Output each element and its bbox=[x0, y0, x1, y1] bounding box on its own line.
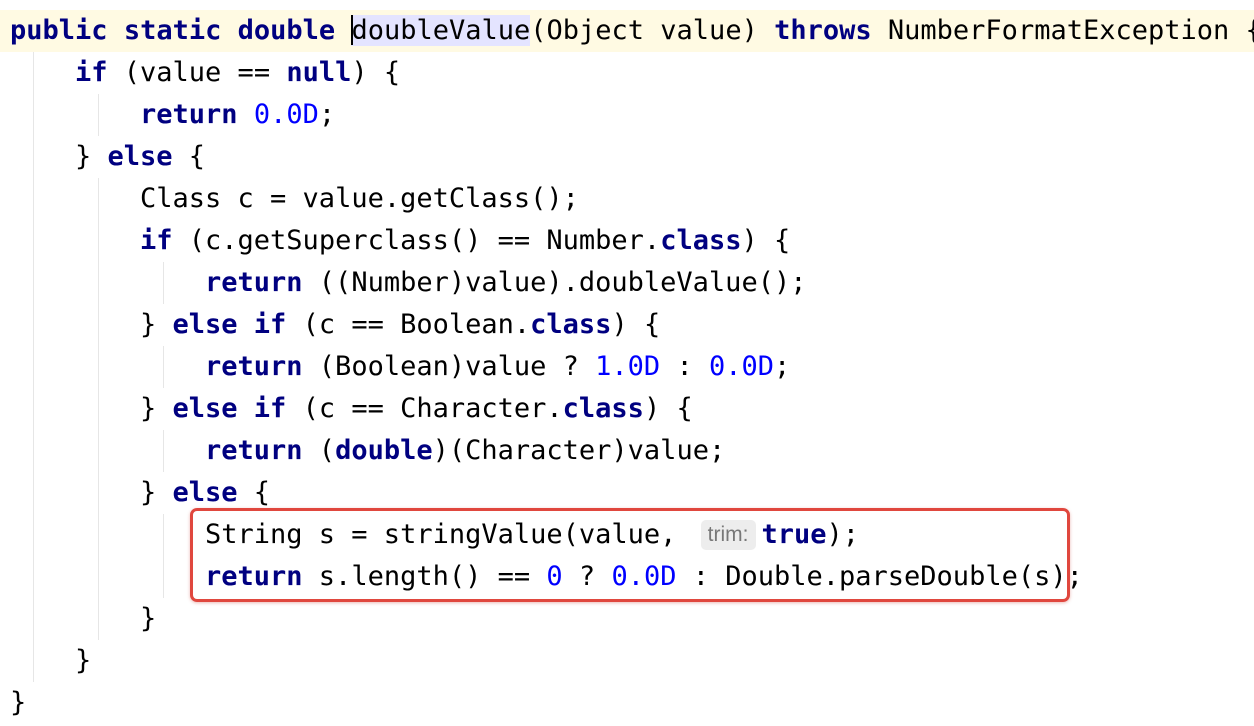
code-token: )(Character)value; bbox=[432, 435, 726, 466]
indent-guide bbox=[33, 52, 34, 682]
code-line[interactable]: public static double doubleValue(Object … bbox=[0, 10, 1254, 52]
highlight-annotation-box bbox=[190, 508, 1070, 602]
code-keyword: if bbox=[140, 225, 173, 256]
code-token: (c == Character. bbox=[286, 393, 563, 424]
code-token: ( bbox=[302, 435, 336, 466]
code-token: { bbox=[237, 477, 271, 508]
code-token: ((Number)value).doubleValue(); bbox=[302, 267, 807, 298]
code-keyword: static bbox=[123, 15, 222, 46]
code-keyword: public bbox=[10, 15, 108, 46]
code-keyword: return bbox=[140, 99, 238, 130]
code-number: 0.0D bbox=[708, 351, 774, 382]
code-token: : bbox=[660, 351, 709, 382]
code-keyword: return bbox=[205, 267, 303, 298]
code-keyword: if bbox=[75, 57, 108, 88]
code-token: } bbox=[10, 687, 27, 718]
code-line[interactable]: } else if (c == Boolean.class) { bbox=[0, 304, 1254, 346]
code-token: } bbox=[140, 393, 173, 424]
indent-guide bbox=[163, 262, 164, 304]
code-token: } bbox=[140, 477, 173, 508]
code-line[interactable]: } bbox=[0, 640, 1254, 682]
code-keyword: class bbox=[530, 309, 612, 340]
text-caret bbox=[351, 14, 354, 45]
code-line[interactable]: } bbox=[0, 682, 1254, 724]
code-line[interactable]: return ((Number)value).doubleValue(); bbox=[0, 262, 1254, 304]
indent-guide bbox=[163, 346, 164, 388]
code-token: ) { bbox=[741, 225, 791, 256]
code-token: (c == Boolean. bbox=[286, 309, 531, 340]
code-token: (value == bbox=[107, 57, 287, 88]
code-token: } bbox=[75, 645, 92, 676]
code-line[interactable]: } else { bbox=[0, 136, 1254, 178]
indent-guide bbox=[98, 178, 99, 640]
code-keyword: throws bbox=[774, 15, 872, 46]
code-token: ) { bbox=[611, 309, 661, 340]
code-keyword: else bbox=[107, 141, 173, 172]
code-keyword: class bbox=[660, 225, 742, 256]
code-token: ) { bbox=[351, 57, 401, 88]
code-keyword: double bbox=[237, 15, 336, 46]
indent-guide bbox=[163, 430, 164, 472]
code-token: } bbox=[140, 603, 157, 634]
code-keyword: null bbox=[286, 57, 352, 88]
code-line[interactable]: if (value == null) { bbox=[0, 52, 1254, 94]
code-editor[interactable]: public static double doubleValue(Object … bbox=[0, 0, 1254, 726]
code-keyword: return bbox=[205, 351, 303, 382]
code-keyword: else bbox=[172, 477, 238, 508]
code-token: } bbox=[75, 141, 108, 172]
code-keyword: class bbox=[562, 393, 644, 424]
code-token: } bbox=[140, 309, 173, 340]
code-line[interactable]: if (c.getSuperclass() == Number.class) { bbox=[0, 220, 1254, 262]
code-token: (Boolean)value ? bbox=[302, 351, 596, 382]
code-keyword: double bbox=[335, 435, 433, 466]
code-keyword: else if bbox=[172, 393, 287, 424]
code-line[interactable]: return (double)(Character)value; bbox=[0, 430, 1254, 472]
code-keyword: return bbox=[205, 435, 303, 466]
code-token: doubleValue bbox=[351, 15, 531, 46]
code-token: ; bbox=[318, 99, 336, 130]
code-line[interactable]: Class c = value.getClass(); bbox=[0, 178, 1254, 220]
code-token: (Object value) bbox=[530, 15, 775, 46]
code-token: ) { bbox=[643, 393, 693, 424]
code-token: NumberFormatException { bbox=[871, 15, 1254, 46]
indent-guide bbox=[98, 94, 99, 136]
indent-guide bbox=[163, 514, 164, 598]
code-keyword: else if bbox=[172, 309, 287, 340]
code-number: 0.0D bbox=[253, 99, 319, 130]
code-token: (c.getSuperclass() == Number. bbox=[172, 225, 661, 256]
code-line[interactable]: return (Boolean)value ? 1.0D : 0.0D; bbox=[0, 346, 1254, 388]
code-line[interactable]: } else if (c == Character.class) { bbox=[0, 388, 1254, 430]
code-number: 1.0D bbox=[595, 351, 661, 382]
code-token: { bbox=[172, 141, 206, 172]
code-token: Class c = value.getClass(); bbox=[140, 183, 579, 214]
code-line[interactable]: return 0.0D; bbox=[0, 94, 1254, 136]
code-line[interactable]: } bbox=[0, 598, 1254, 640]
code-token: ; bbox=[774, 351, 791, 382]
